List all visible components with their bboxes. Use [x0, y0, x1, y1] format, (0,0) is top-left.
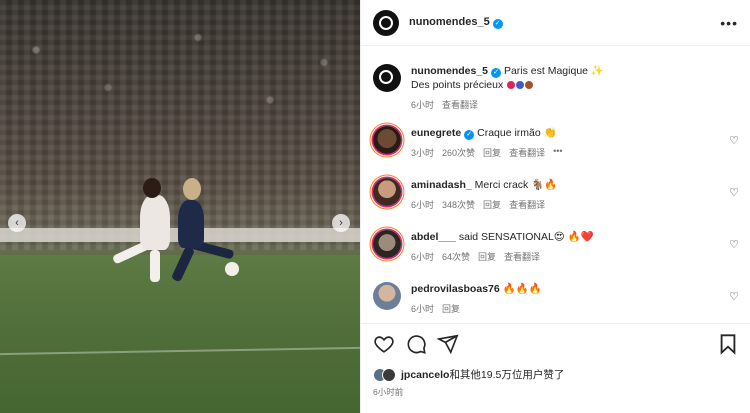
- comment-item: aminadash_ Merci crack 🐐🔥 6小时 348次赞 回复 查…: [373, 178, 743, 211]
- caption-translate-link[interactable]: 查看翻译: [442, 98, 478, 111]
- commenter-avatar[interactable]: [373, 178, 401, 206]
- comment-likes[interactable]: 348次赞: [442, 198, 475, 211]
- caption-text: Paris est Magique ✨: [503, 65, 604, 77]
- verified-badge-icon: ✓: [491, 68, 502, 78]
- player-navy-head: [183, 178, 201, 200]
- football: [225, 262, 239, 276]
- liker-username[interactable]: jpcancelo: [401, 369, 449, 381]
- next-image-button[interactable]: ›: [332, 214, 350, 232]
- commenter-username[interactable]: abdel___: [411, 231, 456, 243]
- verified-badge-icon: ✓: [464, 130, 475, 140]
- translate-link[interactable]: 查看翻译: [509, 146, 545, 159]
- share-icon[interactable]: [437, 333, 459, 355]
- comment-icon[interactable]: [405, 333, 427, 355]
- commenter-username[interactable]: pedrovilasboas76: [411, 283, 500, 295]
- like-comment-heart-icon[interactable]: ♡: [729, 134, 739, 147]
- comment-time: 6小时: [411, 200, 435, 210]
- comments-list: nunomendes_5 ✓ Paris est Magique ✨ Des po…: [361, 46, 750, 324]
- post-timestamp: 6小时前: [373, 387, 404, 397]
- reply-button[interactable]: 回复: [442, 302, 460, 315]
- translate-link[interactable]: 查看翻译: [509, 198, 545, 211]
- more-options-button[interactable]: •••: [720, 15, 738, 31]
- heart-icon[interactable]: [373, 333, 395, 355]
- caption-username[interactable]: nunomendes_5: [411, 65, 488, 77]
- player-navy: [178, 200, 204, 248]
- commenter-avatar[interactable]: [373, 126, 401, 154]
- like-comment-heart-icon[interactable]: ♡: [729, 186, 739, 199]
- commenter-username[interactable]: eunegrete: [411, 127, 461, 139]
- comment-time: 3小时: [411, 148, 435, 158]
- comment-text: 🔥🔥🔥: [502, 283, 542, 295]
- comment-time: 6小时: [411, 304, 435, 314]
- comment-text: Merci crack 🐐🔥: [474, 179, 558, 191]
- reply-button[interactable]: 回复: [483, 146, 501, 159]
- caption: nunomendes_5 ✓ Paris est Magique ✨ Des po…: [373, 64, 743, 111]
- author-avatar[interactable]: [373, 9, 399, 36]
- commenter-avatar[interactable]: [373, 282, 401, 310]
- player-white-head: [143, 178, 161, 198]
- previous-image-button[interactable]: ‹: [8, 214, 26, 232]
- comment-item: eunegrete ✓ Craque irmão 👏 3小时 260次赞 回复 查…: [373, 126, 743, 159]
- commenter-avatar[interactable]: [373, 230, 401, 258]
- commenter-username[interactable]: aminadash_: [411, 179, 472, 191]
- likes-summary: jpcancelo和其他19.5万位用户赞了: [373, 367, 564, 382]
- translate-link[interactable]: 查看翻译: [504, 250, 540, 263]
- author-username[interactable]: nunomendes_5 ✓: [409, 16, 503, 29]
- comment-likes[interactable]: 260次赞: [442, 146, 475, 159]
- comment-item: abdel___ said SENSATIONAL😍 🔥❤️ 6小时 64次赞 …: [373, 230, 743, 263]
- red-circle-icon: [507, 81, 516, 89]
- like-comment-heart-icon[interactable]: ♡: [729, 290, 739, 303]
- post-header: nunomendes_5 ✓ •••: [361, 0, 750, 46]
- comment-text: said SENSATIONAL😍 🔥❤️: [458, 231, 594, 243]
- verified-badge-icon: ✓: [492, 19, 503, 29]
- like-comment-heart-icon[interactable]: ♡: [729, 238, 739, 251]
- action-bar: [373, 333, 739, 355]
- liker-avatar: [382, 367, 396, 382]
- likes-count-text[interactable]: 和其他19.5万位用户赞了: [449, 369, 564, 381]
- muscle-icon: [525, 81, 534, 89]
- comment-likes[interactable]: 64次赞: [442, 250, 470, 263]
- player-white: [140, 195, 170, 250]
- caption-text-line2: Des points précieux: [411, 79, 504, 91]
- blue-circle-icon: [516, 81, 525, 89]
- post-panel: nunomendes_5 ✓ ••• nunomendes_5 ✓ Paris es…: [360, 0, 750, 413]
- comment-more-button[interactable]: •••: [553, 146, 562, 159]
- caption-time: 6小时: [411, 100, 435, 110]
- player-white-leg: [150, 250, 160, 282]
- bookmark-icon[interactable]: [717, 333, 739, 355]
- post-image[interactable]: ‹ ›: [0, 0, 360, 413]
- caption-avatar[interactable]: [373, 64, 401, 92]
- reply-button[interactable]: 回复: [478, 250, 496, 263]
- comment-text: Craque irmão 👏: [477, 127, 557, 139]
- comment-item: pedrovilasboas76 🔥🔥🔥 6小时 回复 ♡: [373, 282, 743, 315]
- comment-time: 6小时: [411, 252, 435, 262]
- reply-button[interactable]: 回复: [483, 198, 501, 211]
